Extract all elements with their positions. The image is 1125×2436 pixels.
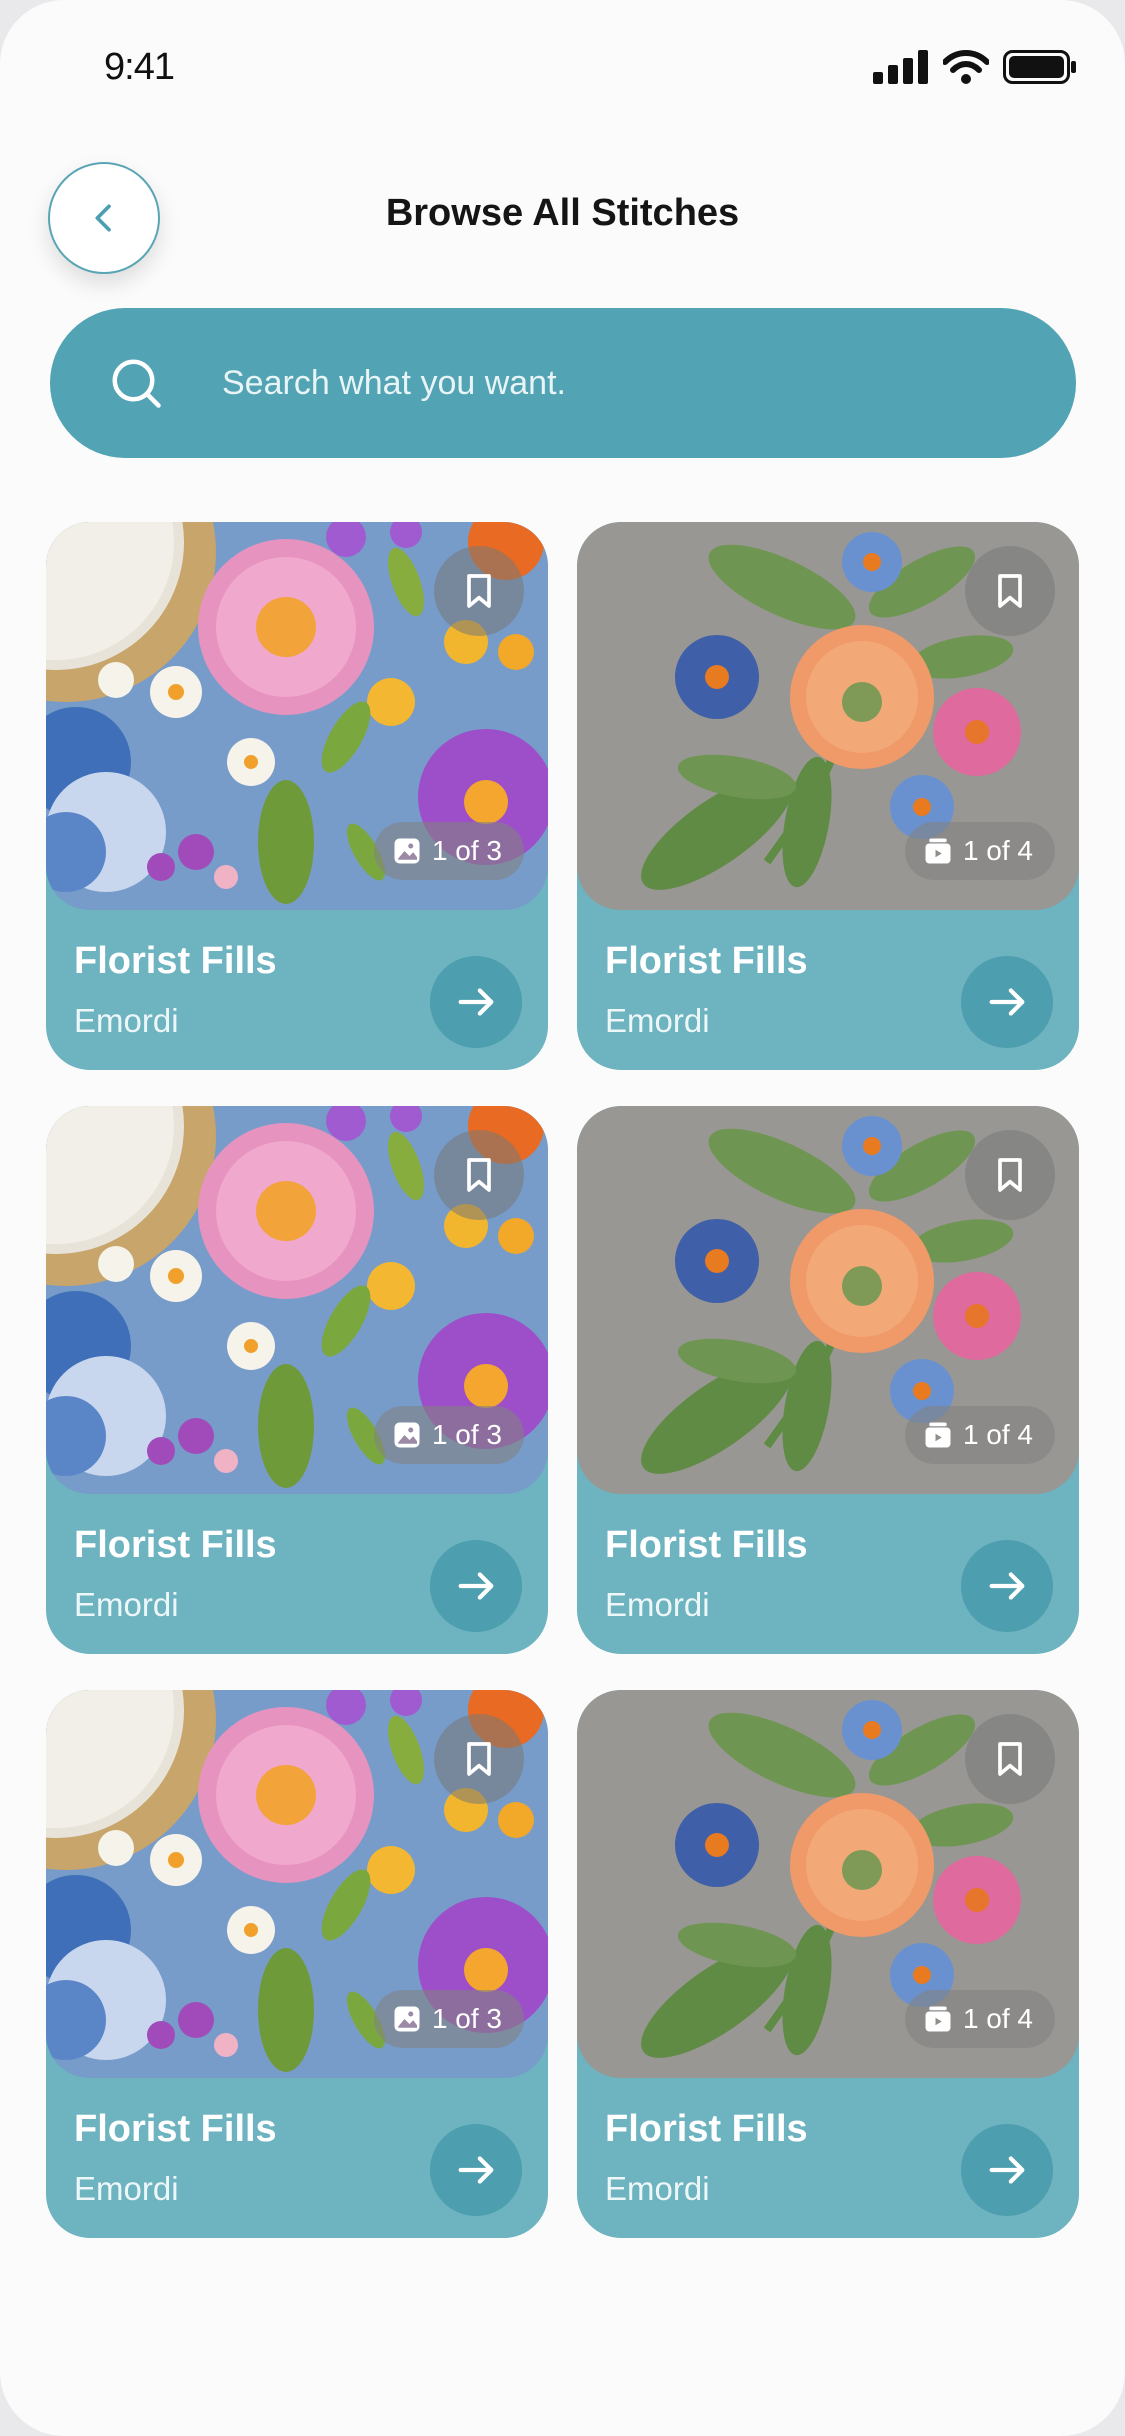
bookmark-button[interactable] [434,1714,524,1804]
card-subtitle: Emordi [605,1586,710,1623]
status-icons [873,50,1077,84]
stitch-card[interactable]: 1 of 4 Florist Fills Emordi [577,1690,1079,2238]
arrow-right-icon [984,1563,1030,1609]
bookmark-button[interactable] [965,546,1055,636]
card-subtitle: Emordi [74,2170,179,2207]
page-title: Browse All Stitches [385,192,740,234]
image-counter-label: 1 of 4 [962,2003,1033,2034]
bookmark-button[interactable] [965,1130,1055,1220]
bookmark-button[interactable] [434,1130,524,1220]
card-subtitle: Emordi [605,2170,710,2207]
card-subtitle: Emordi [74,1586,179,1623]
bookmark-icon [990,1739,1030,1779]
image-counter: 1 of 4 [904,822,1055,880]
image-counter-label: 1 of 4 [962,835,1033,866]
status-time: 9:41 [104,46,175,88]
bookmark-icon [990,571,1030,611]
card-title: Florist Fills [74,1524,277,1566]
open-card-button[interactable] [430,956,522,1048]
image-counter: 1 of 4 [904,1990,1055,2048]
image-icon [392,1420,422,1450]
gallery-icon [923,2004,953,2034]
open-card-button[interactable] [961,956,1053,1048]
signal-icon [873,50,928,84]
bookmark-button[interactable] [965,1714,1055,1804]
gallery-icon [923,1420,953,1450]
arrow-right-icon [984,979,1030,1025]
stitch-card[interactable]: 1 of 4 Florist Fills Emordi [577,1106,1079,1654]
card-subtitle: Emordi [74,1002,179,1039]
search-input[interactable] [220,362,984,404]
image-icon [392,2004,422,2034]
bookmark-button[interactable] [434,546,524,636]
image-counter: 1 of 3 [373,1406,524,1464]
card-title: Florist Fills [74,2108,277,2150]
stitch-card[interactable]: 1 of 3 Florist Fills Emordi [46,1690,548,2238]
image-counter: 1 of 3 [373,822,524,880]
card-title: Florist Fills [74,940,277,982]
card-subtitle: Emordi [605,1002,710,1039]
image-counter-label: 1 of 3 [431,835,502,866]
image-icon [392,836,422,866]
bookmark-icon [459,571,499,611]
image-counter: 1 of 4 [904,1406,1055,1464]
open-card-button[interactable] [430,1540,522,1632]
app-screen: 9:41 Browse All Stitches Search what you… [0,0,1125,2436]
arrow-right-icon [453,979,499,1025]
open-card-button[interactable] [961,2124,1053,2216]
bookmark-icon [459,1155,499,1195]
card-title: Florist Fills [605,1524,808,1566]
battery-icon [1003,50,1076,84]
card-title: Florist Fills [605,940,808,982]
arrow-right-icon [984,2147,1030,2193]
stitch-card[interactable]: 1 of 3 Florist Fills Emordi [46,1106,548,1654]
search-icon [112,359,161,408]
image-counter: 1 of 3 [373,1990,524,2048]
wifi-icon [943,50,989,84]
bookmark-icon [459,1739,499,1779]
image-counter-label: 1 of 4 [962,1419,1033,1450]
open-card-button[interactable] [430,2124,522,2216]
card-title: Florist Fills [605,2108,808,2150]
arrow-right-icon [453,2147,499,2193]
bookmark-icon [990,1155,1030,1195]
image-counter-label: 1 of 3 [431,2003,502,2034]
image-counter-label: 1 of 3 [431,1419,502,1450]
arrow-right-icon [453,1563,499,1609]
open-card-button[interactable] [961,1540,1053,1632]
stitch-card[interactable]: 1 of 4 Florist Fills Emordi [577,522,1079,1070]
stitch-card[interactable]: 1 of 3 Florist Fills Emordi [46,522,548,1070]
search-bar[interactable] [50,308,1076,458]
gallery-icon [923,836,953,866]
